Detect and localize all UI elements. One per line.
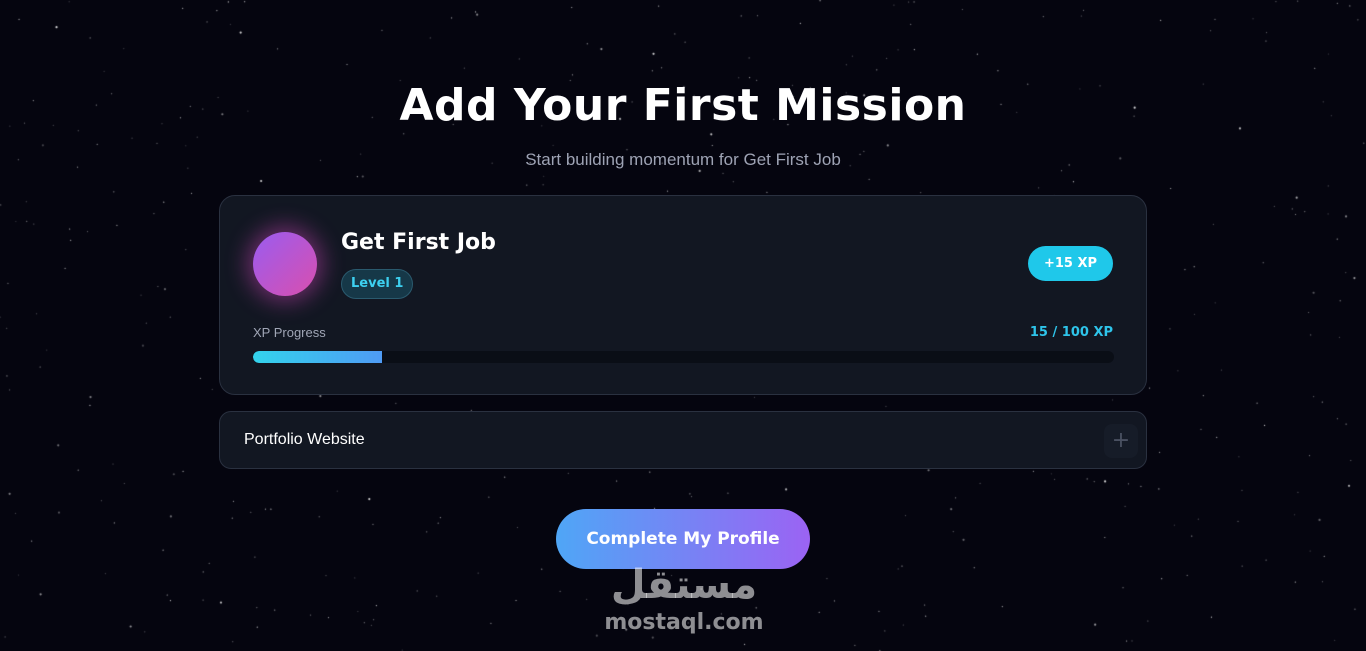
xp-progress-fill [253,351,383,363]
xp-progress-bar [253,351,1114,363]
goal-title: Get First Job [341,230,496,255]
watermark-logo: مستقل [610,562,758,608]
mission-label: Portfolio Website [244,431,365,448]
xp-reward-badge: +15 XP [1027,246,1113,281]
page-title: Add Your First Mission [399,80,967,131]
xp-progress-count: 15 / 100 XP [1029,325,1113,340]
page-subtitle: Start building momentum for Get First Jo… [525,150,841,169]
level-badge: Level 1 [341,269,414,299]
watermark-url: mostaql.com [604,610,764,635]
mission-item[interactable]: Portfolio Website + [219,411,1147,469]
xp-progress-label: XP Progress [253,325,326,340]
add-mission-button[interactable]: + [1104,424,1138,458]
goal-card: Get First Job Level 1 +15 XP XP Progress… [219,195,1147,395]
watermark: مستقل mostaql.com [598,560,770,636]
goal-orb-icon [253,232,317,296]
